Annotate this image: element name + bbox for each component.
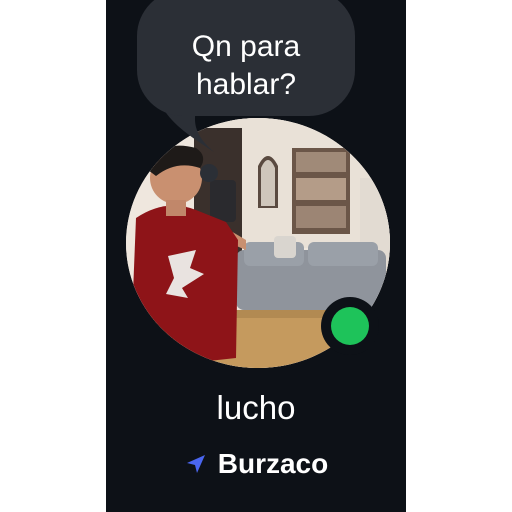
speech-bubble-tail (164, 110, 214, 152)
note-text-line-1: Qn para (191, 30, 301, 63)
online-status-fill (331, 307, 369, 345)
speech-bubble-dot (200, 164, 218, 182)
note-text: Qn para hablar? (137, 28, 355, 104)
note-bubble[interactable]: Qn para hablar? (137, 0, 355, 116)
profile-location-text: Burzaco (217, 448, 329, 479)
profile-card[interactable]: Qn para hablar? lucho Burzaco (106, 0, 406, 512)
navigation-arrow-icon (186, 455, 205, 473)
online-status-icon (321, 297, 379, 355)
profile-location: Burzaco (106, 446, 406, 482)
note-text-line-2: hablar? (195, 68, 297, 101)
page: Qn para hablar? lucho Burzaco (0, 0, 512, 512)
profile-username: lucho (216, 389, 296, 426)
